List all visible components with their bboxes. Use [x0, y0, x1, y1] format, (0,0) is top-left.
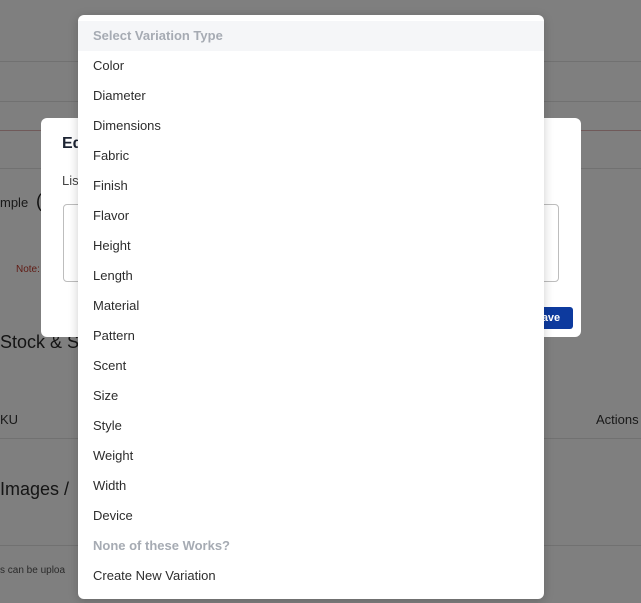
dropdown-group-label: None of these Works? — [93, 538, 231, 553]
option-style[interactable]: Style — [78, 411, 544, 441]
option-flavor[interactable]: Flavor — [78, 201, 544, 231]
option-create-new-variation[interactable]: Create New Variation — [78, 561, 544, 591]
option-size[interactable]: Size — [78, 381, 544, 411]
dropdown-header: Select Variation Type — [78, 21, 544, 51]
option-color[interactable]: Color — [78, 51, 544, 81]
option-device[interactable]: Device — [78, 501, 544, 531]
option-scent[interactable]: Scent — [78, 351, 544, 381]
option-material[interactable]: Material — [78, 291, 544, 321]
option-length[interactable]: Length — [78, 261, 544, 291]
option-height[interactable]: Height — [78, 231, 544, 261]
option-pattern[interactable]: Pattern — [78, 321, 544, 351]
option-finish[interactable]: Finish — [78, 171, 544, 201]
option-weight[interactable]: Weight — [78, 441, 544, 471]
option-fabric[interactable]: Fabric — [78, 141, 544, 171]
option-diameter[interactable]: Diameter — [78, 81, 544, 111]
option-dimensions[interactable]: Dimensions — [78, 111, 544, 141]
variation-type-dropdown: Select Variation Type Color Diameter Dim… — [78, 15, 544, 599]
option-width[interactable]: Width — [78, 471, 544, 501]
